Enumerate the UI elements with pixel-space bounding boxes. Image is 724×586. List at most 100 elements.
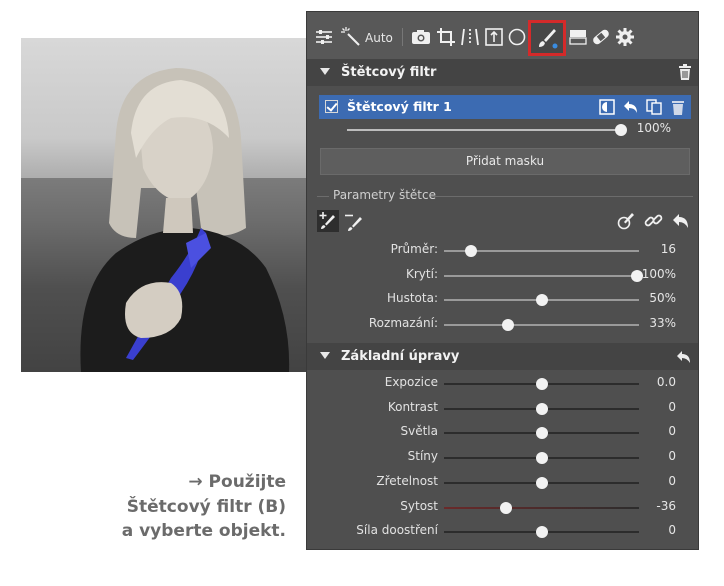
slider-value: 100% — [641, 266, 676, 281]
gear-icon[interactable] — [614, 26, 636, 48]
gradient-icon[interactable] — [567, 26, 589, 48]
perspective-icon[interactable] — [459, 26, 481, 48]
delete-filter-icon[interactable] — [669, 98, 687, 116]
filter-row-selected[interactable]: Štětcový filtr 1 — [319, 95, 691, 119]
link-tool[interactable] — [643, 210, 665, 232]
filter-opacity-value: 100% — [636, 121, 671, 135]
undo-arrow-icon — [673, 214, 688, 228]
slider-thumb[interactable] — [615, 124, 627, 136]
slider-label: Zřetelnost — [376, 473, 438, 488]
reset-section-icon[interactable] — [675, 348, 693, 366]
filter-opacity-slider[interactable]: 100% — [307, 120, 698, 140]
brush-filter-header[interactable]: Štětcový filtr — [307, 59, 698, 86]
link-icon — [644, 214, 663, 227]
slider-value: 0.0 — [656, 375, 676, 389]
slider-track[interactable] — [347, 129, 621, 131]
slider-row[interactable]: Zřetelnost 0 — [307, 473, 698, 493]
slider-track[interactable] — [444, 274, 639, 277]
slider-row[interactable]: Krytí: 100% — [307, 266, 698, 286]
slider-row[interactable]: Průměr: 16 — [307, 241, 698, 261]
magic-wand-icon[interactable] — [340, 26, 362, 48]
brush-plus-icon — [319, 212, 335, 229]
slider-value: 50% — [649, 291, 676, 305]
slider-row[interactable]: Světla 0 — [307, 423, 698, 443]
slider-label: Světla — [400, 424, 439, 439]
crop-icon[interactable] — [435, 26, 457, 48]
duplicate-icon[interactable] — [645, 98, 663, 116]
brush-tool-button[interactable] — [528, 20, 566, 56]
filter-name: Štětcový filtr 1 — [347, 99, 452, 114]
slider-value: 0 — [668, 424, 676, 439]
slider-value: 0 — [668, 473, 676, 488]
slider-row[interactable]: Kontrast 0 — [307, 399, 698, 419]
slider-value: 33% — [649, 315, 676, 330]
slider-row[interactable]: Rozmazání: 33% — [307, 315, 698, 335]
sliders-icon[interactable] — [313, 26, 335, 48]
toolbar: Auto — [307, 12, 698, 59]
portrait-image — [21, 68, 311, 372]
slider-label: Stíny — [407, 449, 438, 464]
brush-add-tool[interactable] — [317, 210, 339, 232]
editor-panel: Auto Štětcový filtr Štětcový filtr 1 100… — [307, 12, 698, 549]
slider-value: 0 — [668, 449, 676, 464]
camera-icon[interactable] — [410, 26, 432, 48]
trash-icon[interactable] — [677, 64, 693, 80]
brush-gear-icon — [617, 213, 634, 230]
slider-value: 0 — [668, 523, 676, 538]
level-icon[interactable] — [483, 26, 505, 48]
brush-erase-tool[interactable] — [343, 210, 365, 232]
brush-minus-icon — [345, 214, 362, 231]
slider-label: Hustota: — [386, 291, 438, 305]
slider-thumb[interactable] — [465, 245, 478, 257]
slider-value: -36 — [656, 498, 676, 513]
slider-thumb[interactable] — [502, 318, 515, 331]
slider-label: Síla doostření — [356, 523, 438, 538]
caption-line-2: Štětcový filtr (B) — [126, 496, 286, 517]
slider-value: 0 — [668, 399, 676, 414]
slider-row[interactable]: Expozice 0.0 — [307, 374, 698, 394]
slider-thumb[interactable] — [535, 378, 548, 390]
basic-section-title: Základní úpravy — [341, 349, 460, 364]
slider-thumb[interactable] — [535, 294, 548, 306]
brush-icon — [539, 29, 558, 49]
brush-filter-title: Štětcový filtr — [341, 65, 437, 80]
basic-section-header[interactable]: Základní úpravy — [307, 343, 698, 370]
radial-icon[interactable] — [506, 26, 528, 48]
slider-thumb[interactable] — [535, 476, 548, 489]
filter-enabled-checkbox[interactable] — [325, 100, 338, 113]
slider-thumb[interactable] — [535, 427, 548, 440]
brush-settings-tool[interactable] — [615, 210, 637, 232]
slider-label: Expozice — [384, 375, 438, 389]
mask-invert-icon[interactable] — [598, 98, 616, 116]
collapse-caret-icon[interactable] — [320, 68, 330, 75]
auto-button[interactable]: Auto — [365, 31, 393, 45]
caption: → Použijte Štětcový filtr (B) a vyberte … — [90, 470, 286, 544]
toolbar-divider — [402, 28, 403, 46]
caption-line-1: → Použijte — [188, 472, 286, 492]
add-mask-button[interactable]: Přidat masku — [320, 148, 690, 175]
bandage-icon[interactable] — [590, 26, 612, 48]
slider-label: Průměr: — [390, 242, 438, 256]
divider — [431, 196, 693, 197]
caption-line-3: a vyberte objekt. — [121, 521, 286, 541]
slider-label: Rozmazání: — [368, 315, 438, 330]
slider-thumb[interactable] — [535, 526, 548, 539]
divider — [317, 196, 329, 197]
slider-row[interactable]: Síla doostření 0 — [307, 522, 698, 542]
slider-row[interactable]: Sytost -36 — [307, 498, 698, 518]
slider-row[interactable]: Hustota: 50% — [307, 290, 698, 310]
undo-icon[interactable] — [622, 98, 640, 116]
slider-thumb[interactable] — [535, 452, 548, 465]
slider-label: Kontrast — [387, 399, 438, 414]
slider-thumb[interactable] — [500, 501, 513, 514]
reset-tool[interactable] — [670, 210, 692, 232]
slider-track[interactable] — [444, 506, 639, 509]
collapse-caret-icon[interactable] — [320, 352, 330, 359]
slider-track[interactable] — [444, 323, 639, 326]
slider-thumb[interactable] — [535, 402, 548, 415]
slider-label: Krytí: — [406, 266, 438, 281]
slider-value: 16 — [660, 242, 676, 256]
slider-label: Sytost — [400, 498, 438, 513]
slider-row[interactable]: Stíny 0 — [307, 448, 698, 468]
brush-params-label: Parametry štětce — [333, 188, 436, 202]
